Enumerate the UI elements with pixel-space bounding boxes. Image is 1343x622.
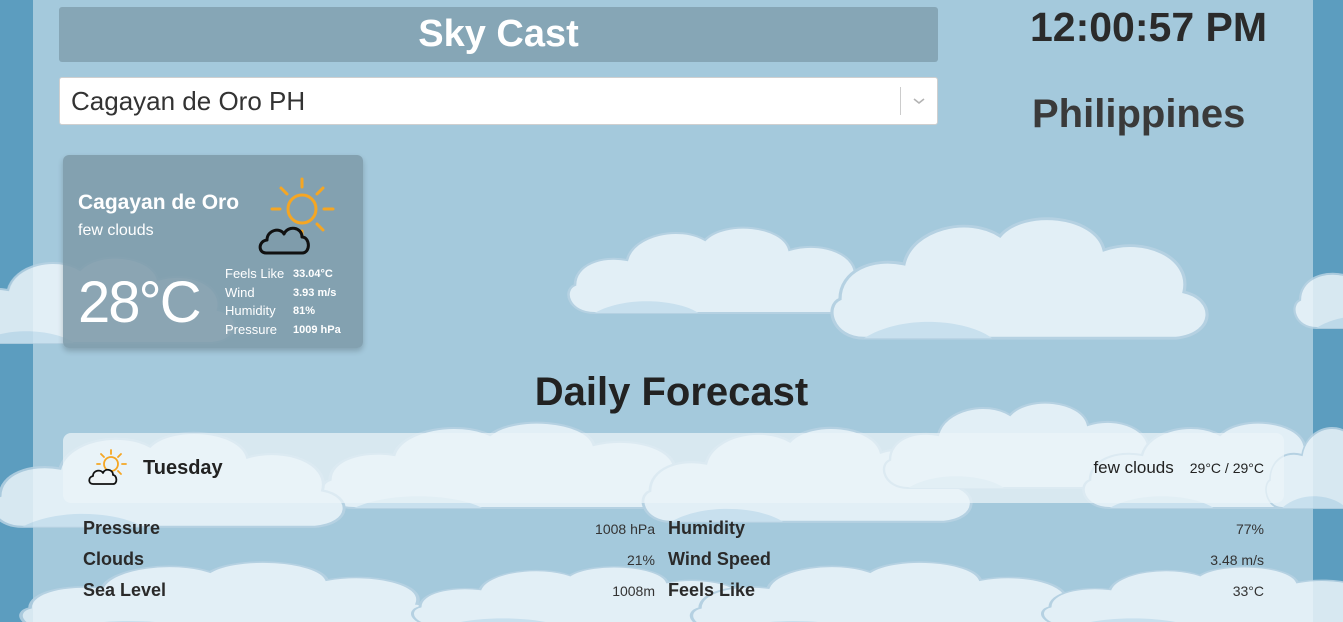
- day-description: few clouds: [1093, 458, 1174, 477]
- detail-value: 81%: [293, 305, 316, 317]
- day-detail-humidity: Humidity 77%: [668, 518, 1264, 549]
- detail-value: 1008 hPa: [595, 521, 655, 537]
- detail-humidity: Humidity 81%: [225, 302, 341, 321]
- partly-cloudy-sun-icon: [87, 448, 127, 488]
- day-detail-feels-like: Feels Like 33°C: [668, 580, 1264, 611]
- detail-label: Pressure: [225, 321, 278, 337]
- detail-wind: Wind 3.93 m/s: [225, 284, 341, 303]
- detail-value: 1009 hPa: [293, 323, 341, 336]
- detail-label: Humidity: [225, 303, 276, 318]
- day-detail-pressure: Pressure 1008 hPa: [83, 518, 655, 549]
- detail-label: Feels Like: [668, 580, 756, 600]
- detail-label: Wind Speed: [668, 549, 771, 569]
- detail-value: 77%: [1235, 521, 1264, 537]
- current-description: few clouds: [78, 222, 154, 239]
- country-name: Philippines: [1032, 92, 1246, 136]
- detail-label: Pressure: [83, 518, 161, 538]
- detail-value: 1008m: [612, 583, 655, 599]
- partly-cloudy-sun-icon: [256, 175, 340, 264]
- detail-label: Sea Level: [83, 580, 167, 600]
- city-select-value: Cagayan de Oro PH: [71, 85, 306, 116]
- detail-value: 33.04°C: [293, 268, 333, 280]
- chevron-down-icon[interactable]: [901, 96, 937, 106]
- city-select[interactable]: Cagayan de Oro PH: [59, 77, 938, 125]
- detail-value: 3.93 m/s: [293, 286, 337, 299]
- daily-forecast-heading: Daily Forecast: [534, 370, 809, 414]
- page-border-right: [1313, 0, 1343, 622]
- current-time: 12:00:57 PM: [1030, 4, 1268, 50]
- detail-label: Humidity: [668, 518, 746, 538]
- day-temperature-range: 29°C / 29°C: [1189, 460, 1264, 476]
- detail-value: 33°C: [1232, 583, 1264, 599]
- day-detail-wind-speed: Wind Speed 3.48 m/s: [668, 549, 1264, 580]
- day-name: Tuesday: [143, 456, 223, 479]
- detail-label: Wind: [225, 284, 255, 300]
- detail-value: 21%: [626, 552, 655, 568]
- app-header: Sky Cast: [59, 7, 938, 62]
- app-title: Sky Cast: [418, 13, 579, 55]
- forecast-day-tuesday[interactable]: Tuesday few clouds 29°C / 29°C: [63, 433, 1284, 503]
- current-temperature: 28°C: [78, 270, 202, 335]
- detail-value: 3.48 m/s: [1210, 552, 1264, 568]
- day-detail-sea-level: Sea Level 1008m: [83, 580, 655, 611]
- page-border-left: [0, 0, 33, 622]
- current-city: Cagayan de Oro: [78, 191, 240, 214]
- detail-pressure: Pressure 1009 hPa: [225, 321, 341, 340]
- current-details: Feels Like 33.04°C Wind 3.93 m/s Humidit…: [225, 265, 341, 339]
- day-detail-clouds: Clouds 21%: [83, 549, 655, 580]
- day-summary: few clouds 29°C / 29°C: [1093, 458, 1264, 478]
- detail-label: Feels Like: [225, 266, 285, 281]
- detail-feels-like: Feels Like 33.04°C: [225, 265, 341, 284]
- current-weather-card: Cagayan de Oro few clouds 28°C Feels Lik…: [63, 155, 363, 348]
- detail-label: Clouds: [83, 549, 144, 569]
